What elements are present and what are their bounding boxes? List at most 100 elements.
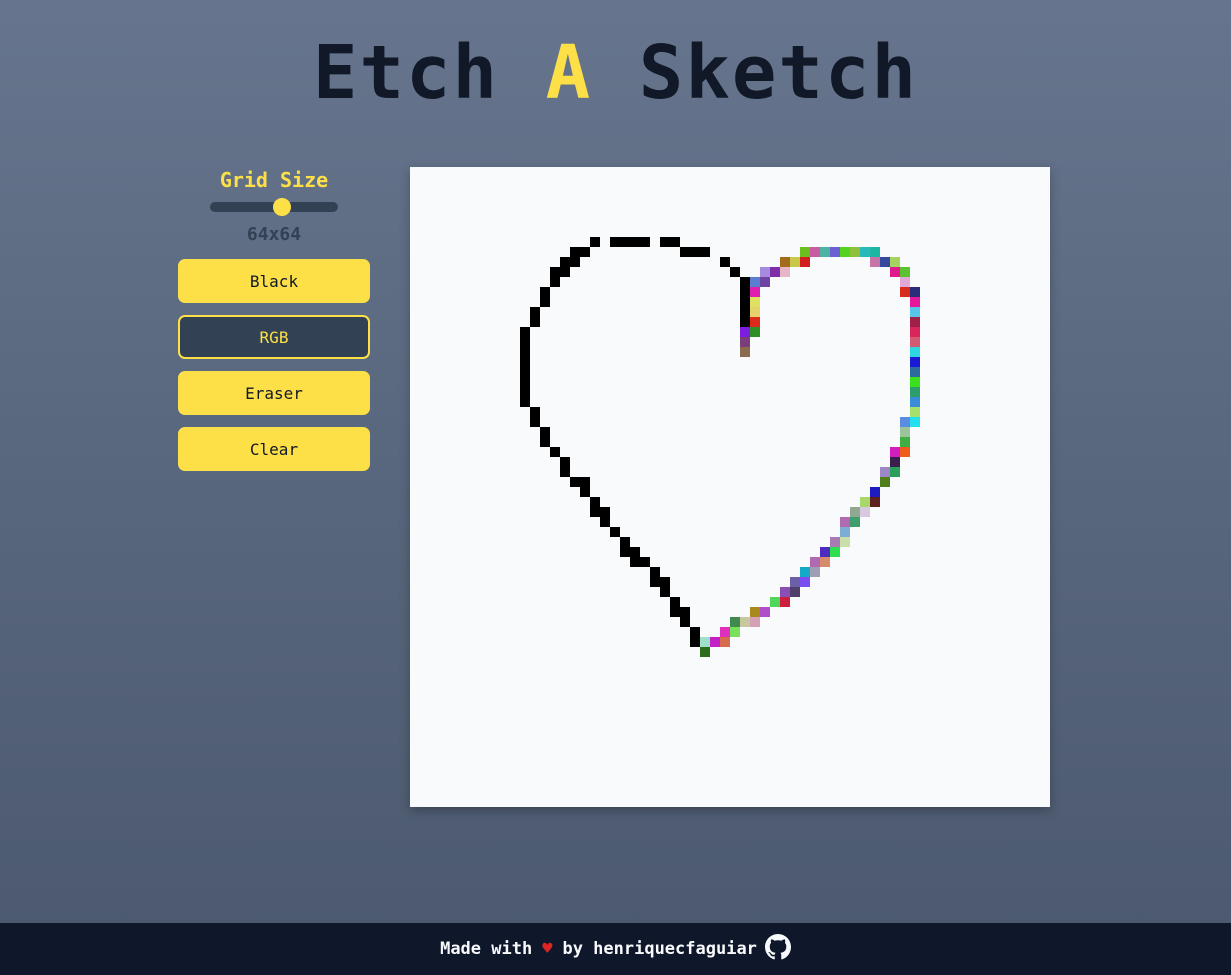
grid-cell[interactable] [700,647,710,657]
grid-cell[interactable] [860,247,870,257]
grid-cell[interactable] [520,327,530,337]
grid-cell[interactable] [680,607,690,617]
grid-cell[interactable] [900,287,910,297]
grid-cell[interactable] [840,247,850,257]
grid-cell[interactable] [880,467,890,477]
grid-cell[interactable] [800,577,810,587]
grid-cell[interactable] [660,237,670,247]
grid-cell[interactable] [740,297,750,307]
grid-cell[interactable] [520,377,530,387]
grid-cell[interactable] [910,297,920,307]
grid-cell[interactable] [760,277,770,287]
grid-cell[interactable] [570,257,580,267]
grid-cell[interactable] [830,537,840,547]
grid-cell[interactable] [700,637,710,647]
grid-cell[interactable] [900,427,910,437]
grid-cell[interactable] [720,637,730,647]
grid-cell[interactable] [830,547,840,557]
grid-cell[interactable] [750,297,760,307]
grid-cell[interactable] [900,437,910,447]
footer-author[interactable]: by henriquecfaguiar [562,939,756,959]
grid-cell[interactable] [630,557,640,567]
grid-cell[interactable] [770,597,780,607]
grid-cell[interactable] [530,407,540,417]
grid-cell[interactable] [590,507,600,517]
grid-cell[interactable] [520,347,530,357]
grid-cell[interactable] [720,257,730,267]
grid-cell[interactable] [740,277,750,287]
github-icon[interactable] [764,933,791,965]
grid-cell[interactable] [910,327,920,337]
grid-cell[interactable] [540,437,550,447]
grid-cell[interactable] [810,567,820,577]
grid-cell[interactable] [740,287,750,297]
grid-cell[interactable] [600,507,610,517]
grid-cell[interactable] [880,477,890,487]
grid-cell[interactable] [900,447,910,457]
grid-cell[interactable] [750,277,760,287]
grid-cell[interactable] [690,247,700,257]
grid-cell[interactable] [790,587,800,597]
grid-cell[interactable] [800,257,810,267]
grid-cell[interactable] [850,507,860,517]
grid-cell[interactable] [720,627,730,637]
grid-cell[interactable] [820,557,830,567]
grid-cell[interactable] [760,267,770,277]
grid-cell[interactable] [870,257,880,267]
grid-cell[interactable] [890,457,900,467]
grid-cell[interactable] [620,537,630,547]
grid-size-slider[interactable] [210,198,338,216]
grid-cell[interactable] [780,257,790,267]
grid-cell[interactable] [580,487,590,497]
grid-cell[interactable] [770,267,780,277]
grid-cell[interactable] [910,307,920,317]
grid-cell[interactable] [810,557,820,567]
grid-cell[interactable] [740,347,750,357]
grid-cell[interactable] [820,547,830,557]
grid-cell[interactable] [850,247,860,257]
grid-cell[interactable] [670,597,680,607]
grid-cell[interactable] [520,367,530,377]
grid-cell[interactable] [560,457,570,467]
grid-cell[interactable] [750,607,760,617]
grid-cell[interactable] [610,237,620,247]
grid-cell[interactable] [540,297,550,307]
grid-cell[interactable] [840,517,850,527]
grid-cell[interactable] [540,287,550,297]
grid-cell[interactable] [670,607,680,617]
sketch-canvas[interactable] [410,167,1050,807]
grid-cell[interactable] [910,317,920,327]
grid-cell[interactable] [750,617,760,627]
grid-cell[interactable] [890,257,900,267]
grid-cell[interactable] [780,267,790,277]
grid-cell[interactable] [800,247,810,257]
grid-cell[interactable] [780,587,790,597]
grid-cell[interactable] [550,447,560,457]
grid-cell[interactable] [740,307,750,317]
grid-cell[interactable] [740,617,750,627]
grid-cell[interactable] [620,237,630,247]
clear-button[interactable]: Clear [178,427,370,471]
grid-cell[interactable] [790,257,800,267]
grid-cell[interactable] [540,427,550,437]
grid-cell[interactable] [700,247,710,257]
grid-cell[interactable] [900,417,910,427]
grid-cell[interactable] [570,247,580,257]
grid-cell[interactable] [740,327,750,337]
grid-cell[interactable] [890,267,900,277]
grid-cell[interactable] [580,477,590,487]
sketch-grid[interactable] [410,167,1050,807]
grid-cell[interactable] [910,337,920,347]
grid-cell[interactable] [730,627,740,637]
grid-cell[interactable] [910,347,920,357]
grid-cell[interactable] [910,377,920,387]
grid-cell[interactable] [910,357,920,367]
grid-cell[interactable] [520,337,530,347]
grid-cell[interactable] [610,527,620,537]
grid-cell[interactable] [710,637,720,647]
grid-cell[interactable] [650,577,660,587]
grid-cell[interactable] [560,467,570,477]
grid-cell[interactable] [760,607,770,617]
grid-cell[interactable] [850,517,860,527]
grid-cell[interactable] [900,277,910,287]
